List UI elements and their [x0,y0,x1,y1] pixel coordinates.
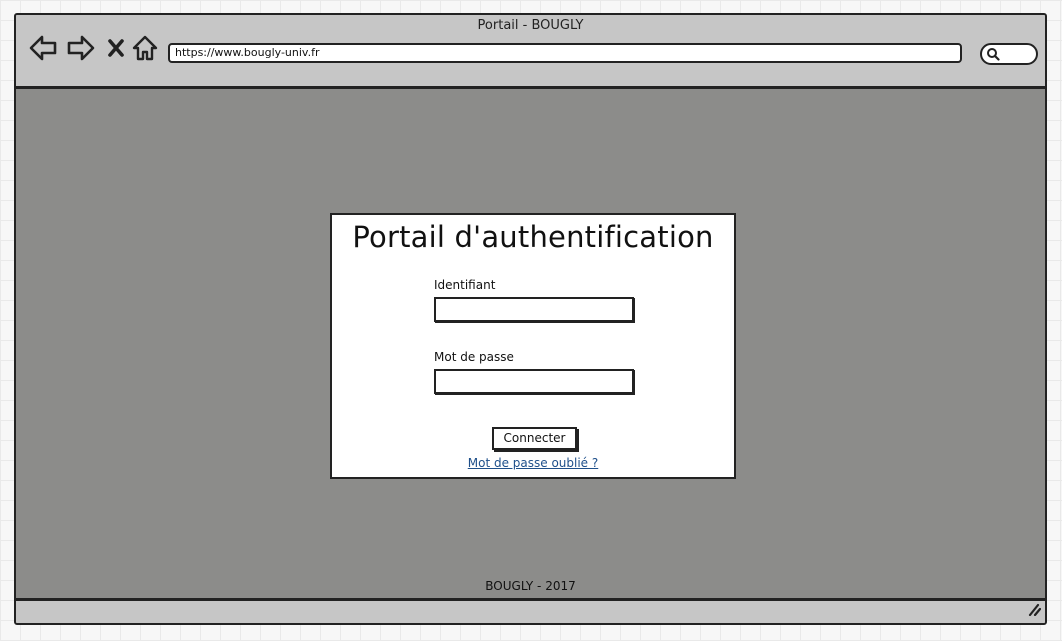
password-field[interactable] [434,369,634,394]
resize-grip-icon[interactable] [1027,601,1042,620]
search-button[interactable] [980,43,1038,65]
status-bar [16,598,1045,623]
password-label: Mot de passe [434,350,514,364]
login-title: Portail d'authentification [352,220,714,254]
close-x-icon[interactable] [106,34,126,62]
url-bar[interactable]: https://www.bougly-univ.fr [168,43,962,63]
window-title: Portail - BOUGLY [477,18,584,33]
search-icon [987,48,1000,61]
home-icon[interactable] [131,34,159,62]
browser-chrome: Portail - BOUGLY https://www.bougly-univ… [16,15,1045,89]
username-label: Identifiant [434,278,496,292]
forgot-password-link[interactable]: Mot de passe oublié ? [332,456,734,470]
footer-text: BOUGLY - 2017 [485,579,576,593]
login-panel: Portail d'authentification Identifiant M… [330,213,736,479]
back-arrow-icon[interactable] [28,34,58,62]
connect-button[interactable]: Connecter [492,427,577,450]
username-field[interactable] [434,297,634,322]
forward-arrow-icon[interactable] [66,34,96,62]
browser-window: Portail - BOUGLY https://www.bougly-univ… [14,13,1047,625]
page-content: Portail d'authentification Identifiant M… [16,89,1045,598]
